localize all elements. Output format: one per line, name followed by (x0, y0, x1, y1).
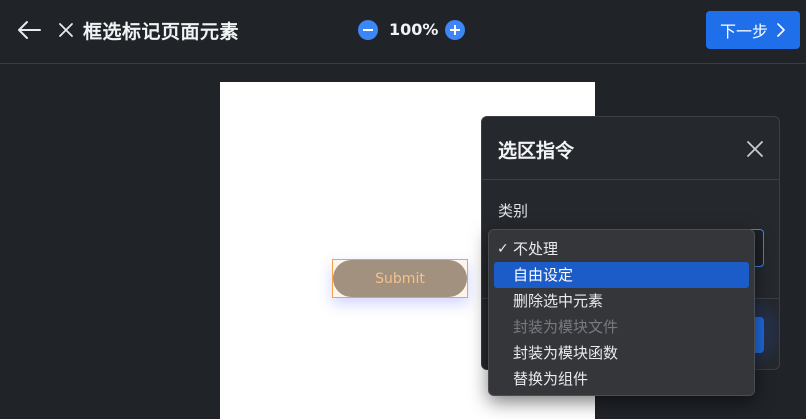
dropdown-item-free-setting[interactable]: 自由设定 (494, 262, 749, 288)
dropdown-item-wrap-module-function[interactable]: 封装为模块函数 (494, 340, 749, 366)
top-toolbar: 框选标记页面元素 100% 下一步 (0, 0, 806, 64)
dropdown-item-label: 自由设定 (513, 266, 574, 284)
panel-header: 选区指令 (482, 117, 779, 180)
dropdown-item-replace-component[interactable]: 替换为组件 (494, 366, 749, 392)
dropdown-item-wrap-module-file: 封装为模块文件 (494, 314, 749, 340)
page-title: 框选标记页面元素 (83, 21, 240, 43)
arrow-left-icon[interactable] (16, 19, 42, 41)
chevron-right-icon (777, 23, 785, 37)
zoom-in-icon[interactable] (445, 20, 465, 40)
panel-title: 选区指令 (498, 140, 575, 162)
dropdown-item-none[interactable]: ✓ 不处理 (494, 236, 749, 262)
zoom-level: 100% (389, 20, 439, 39)
next-step-button[interactable]: 下一步 (706, 11, 800, 49)
dropdown-item-label: 删除选中元素 (513, 292, 604, 310)
dropdown-item-label: 不处理 (513, 240, 559, 258)
check-icon: ✓ (497, 241, 509, 257)
category-label: 类别 (498, 202, 529, 220)
dropdown-item-delete-selected[interactable]: 删除选中元素 (494, 288, 749, 314)
dropdown-item-label: 封装为模块函数 (513, 344, 619, 362)
dropdown-item-label: 替换为组件 (513, 370, 589, 388)
category-dropdown: ✓ 不处理 自由设定 删除选中元素 封装为模块文件 封装为模块函数 替换为组件 (488, 229, 755, 396)
close-icon[interactable] (746, 140, 764, 158)
zoom-out-icon[interactable] (358, 20, 378, 40)
submit-button-preview[interactable]: Submit (333, 260, 467, 297)
close-icon[interactable] (58, 22, 74, 38)
dropdown-item-label: 封装为模块文件 (513, 318, 619, 336)
next-step-label: 下一步 (719, 22, 768, 41)
